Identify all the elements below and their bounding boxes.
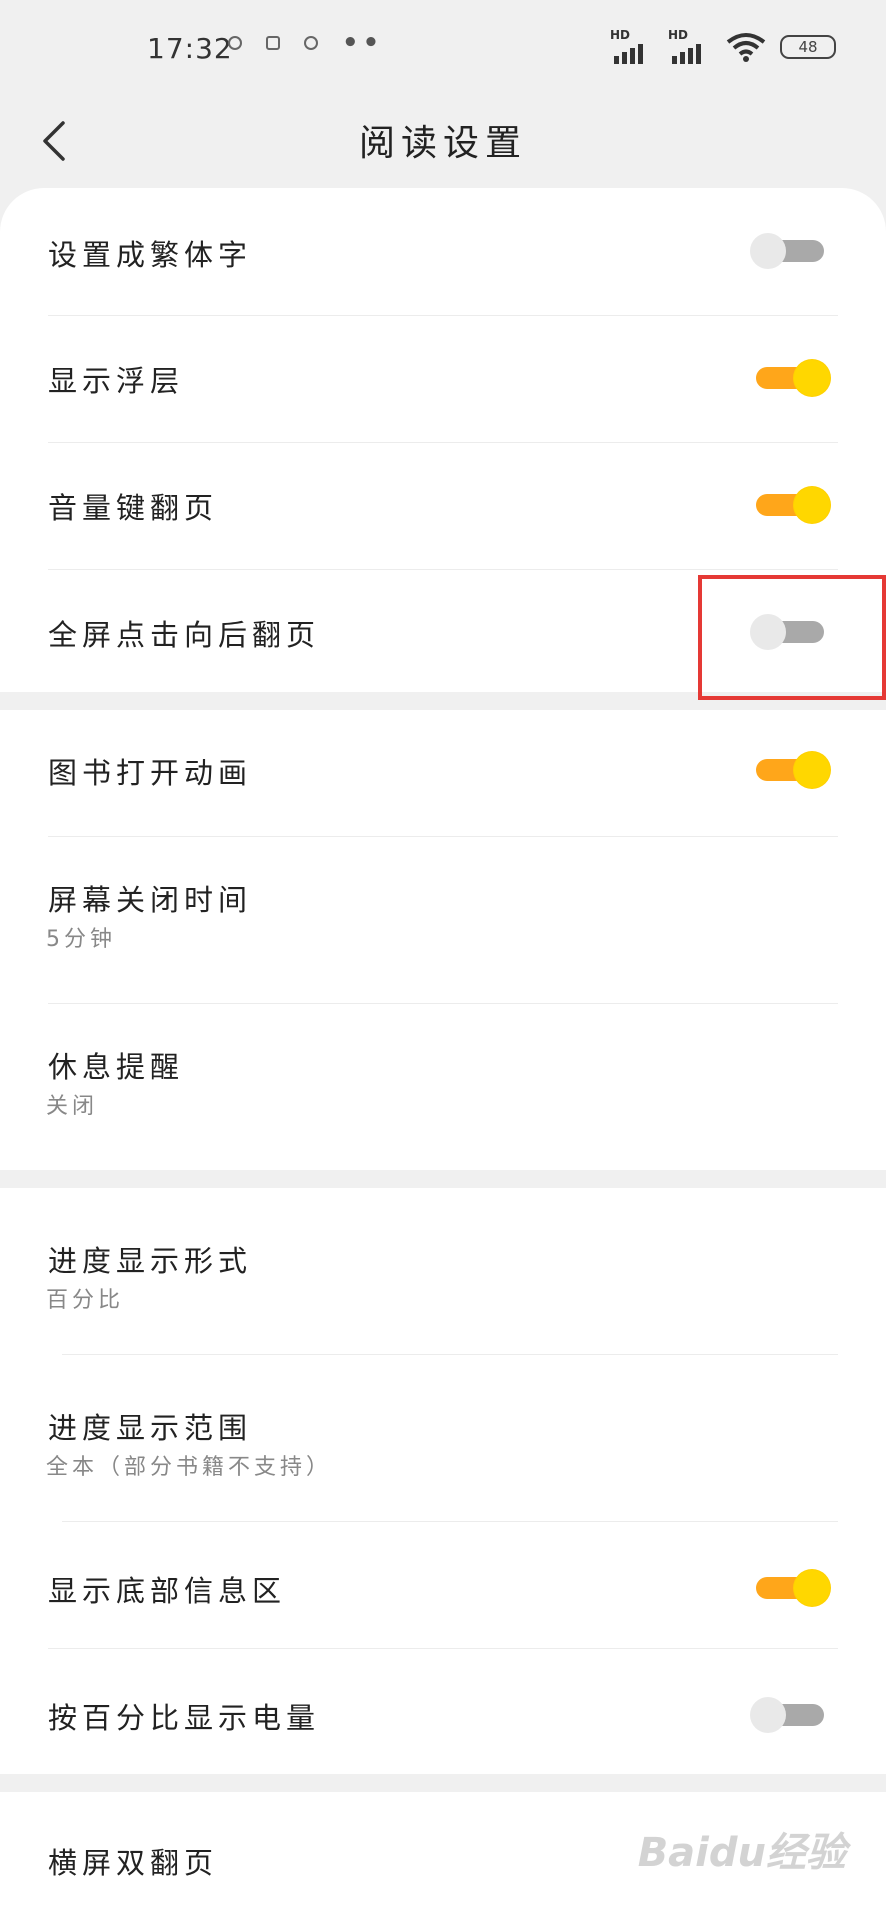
system-icons: HD HD 48	[610, 28, 836, 64]
setting-row-volume-key-page[interactable]: 音量键翻页	[48, 443, 838, 569]
setting-label: 按百分比显示电量	[48, 1701, 321, 1735]
setting-value: 百分比	[46, 1288, 125, 1313]
header: 阅读设置	[0, 96, 886, 188]
setting-value: 全本（部分书籍不支持）	[46, 1455, 333, 1480]
bottom-info-toggle[interactable]	[750, 1566, 830, 1610]
setting-label: 休息提醒	[48, 1050, 185, 1084]
highlight-annotation	[698, 575, 886, 700]
setting-row-progress-format[interactable]: 进度显示形式 百分比	[46, 1188, 838, 1354]
setting-label: 显示底部信息区	[48, 1574, 287, 1608]
setting-value: 5分钟	[46, 927, 116, 952]
setting-label: 音量键翻页	[48, 491, 219, 525]
setting-label: 屏幕关闭时间	[48, 883, 253, 917]
setting-row-bottom-info[interactable]: 显示底部信息区	[48, 1522, 838, 1648]
cloud-icon	[228, 36, 242, 50]
page-title: 阅读设置	[358, 123, 527, 164]
volume-key-page-toggle[interactable]	[750, 483, 830, 527]
setting-row-show-overlay[interactable]: 显示浮层	[48, 316, 838, 442]
settings-section-2: 图书打开动画 屏幕关闭时间 5分钟 休息提醒 关闭	[0, 710, 886, 1170]
setting-value: 关闭	[46, 1094, 99, 1119]
notification-icons: ••	[228, 28, 384, 58]
setting-row-rest-reminder[interactable]: 休息提醒 关闭	[46, 1004, 838, 1170]
setting-label: 图书打开动画	[48, 756, 253, 790]
show-overlay-toggle[interactable]	[750, 356, 830, 400]
setting-row-progress-range[interactable]: 进度显示范围 全本（部分书籍不支持）	[46, 1355, 838, 1521]
setting-label: 显示浮层	[48, 364, 185, 398]
watermark: Baidu经验	[637, 1830, 846, 1876]
wifi-icon	[726, 33, 766, 62]
setting-label: 全屏点击向后翻页	[48, 618, 321, 652]
setting-label: 进度显示范围	[48, 1411, 253, 1445]
battery-percentage-toggle[interactable]	[750, 1693, 830, 1737]
more-notifications-icon: ••	[342, 28, 384, 58]
setting-row-screen-off-time[interactable]: 屏幕关闭时间 5分钟	[46, 837, 838, 1003]
message-icon	[266, 36, 280, 50]
battery-icon: 48	[780, 35, 836, 59]
book-open-animation-toggle[interactable]	[750, 748, 830, 792]
app-notification-icon	[304, 36, 318, 50]
signal-1-icon: HD	[610, 28, 654, 64]
setting-row-book-open-animation[interactable]: 图书打开动画	[48, 710, 838, 836]
status-bar: 17:32 •• HD HD 48	[0, 0, 886, 96]
setting-row-traditional-chinese[interactable]: 设置成繁体字	[48, 188, 838, 315]
signal-2-icon: HD	[668, 28, 712, 64]
status-time: 17:32	[147, 32, 233, 65]
setting-row-battery-percentage[interactable]: 按百分比显示电量	[48, 1649, 838, 1774]
setting-label: 设置成繁体字	[48, 238, 253, 272]
traditional-chinese-toggle[interactable]	[750, 229, 830, 273]
setting-label: 进度显示形式	[48, 1244, 253, 1278]
setting-label: 横屏双翻页	[48, 1846, 219, 1880]
settings-section-3: 进度显示形式 百分比 进度显示范围 全本（部分书籍不支持） 显示底部信息区 按百…	[0, 1188, 886, 1774]
battery-level: 48	[798, 38, 818, 56]
